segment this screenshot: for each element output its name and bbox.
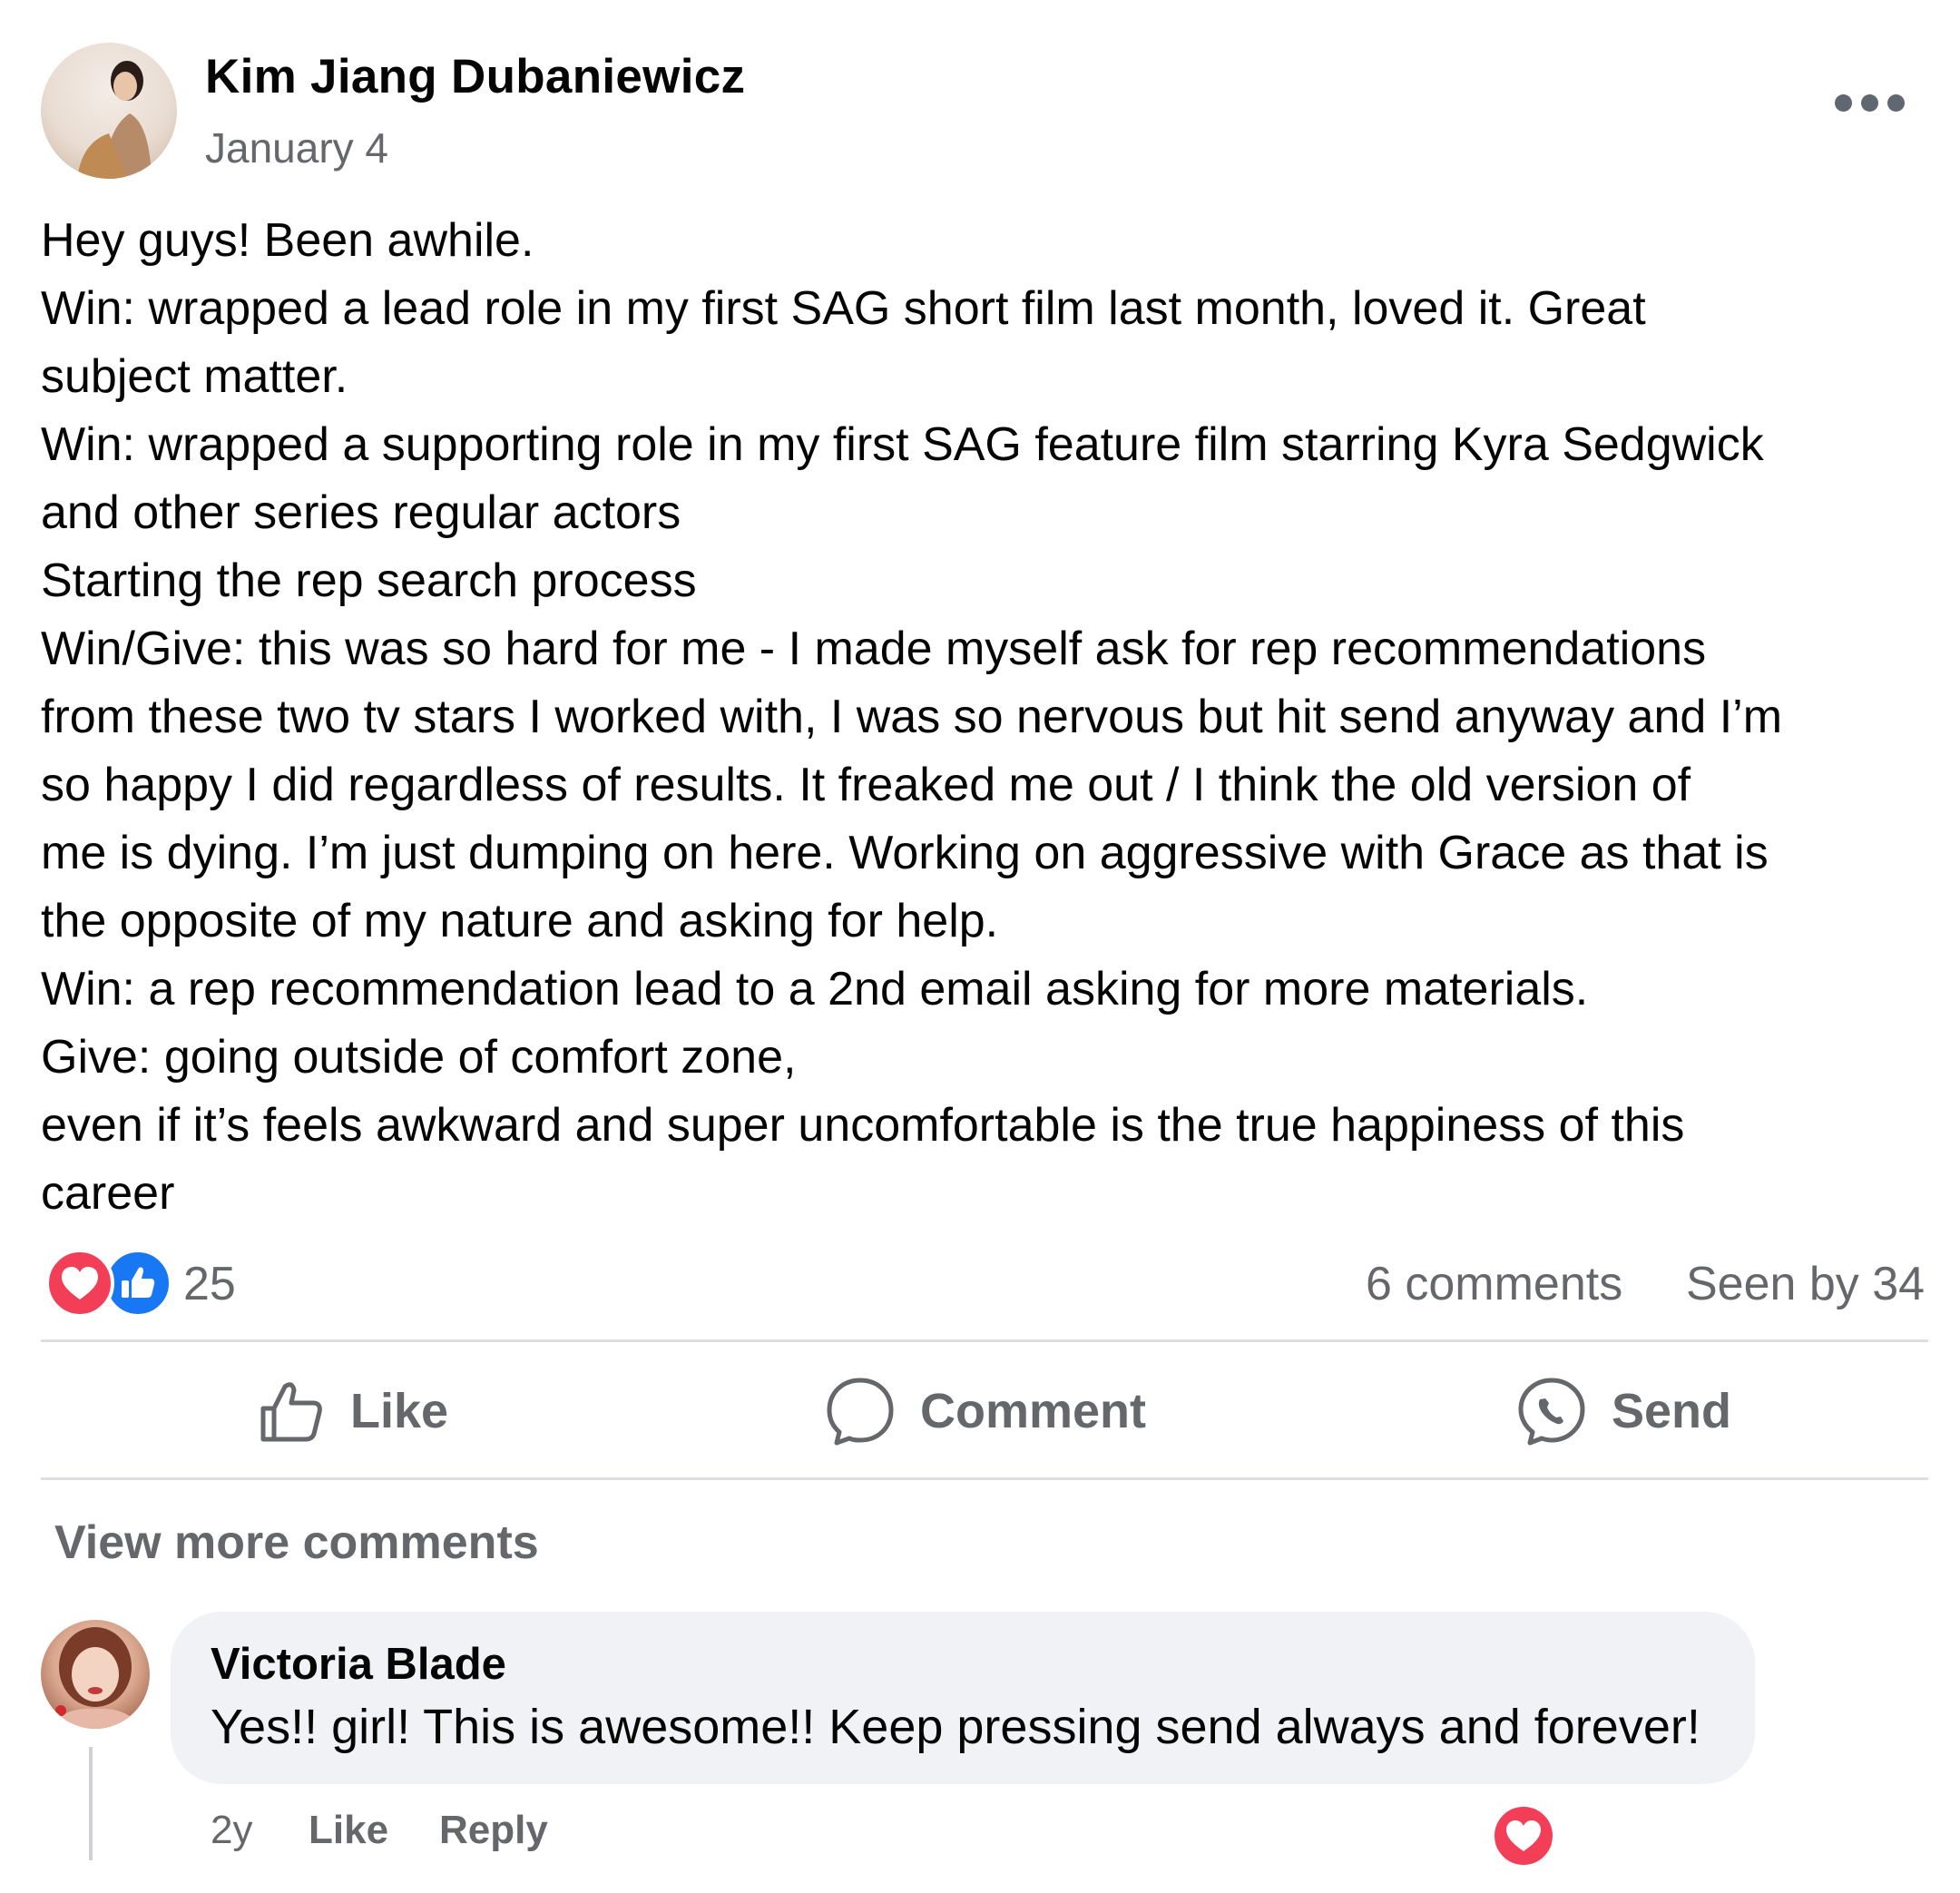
post-line: Win: wrapped a lead role in my first SAG… (41, 282, 1646, 335)
comment-bubble-icon (827, 1378, 894, 1446)
commenter-avatar[interactable] (41, 1620, 150, 1729)
post-line: even if it’s feels awkward and super unc… (41, 1099, 1685, 1152)
heart-icon[interactable] (1492, 1804, 1555, 1868)
post-line: Hey guys! Been awhile. (41, 214, 534, 267)
post-line: so happy I did regardless of results. It… (41, 759, 1691, 811)
comment-like-button[interactable]: Like (309, 1808, 388, 1853)
author-avatar[interactable] (41, 43, 177, 179)
divider (41, 1339, 1928, 1342)
post-line: subject matter. (41, 350, 348, 403)
post-line: Win/Give: this was so hard for me - I ma… (41, 623, 1707, 675)
comment-bubble (171, 1612, 1755, 1784)
post-body: Hey guys! Been awhile. Win: wrapped a le… (41, 207, 1937, 1228)
comment-author-name[interactable]: Victoria Blade (211, 1639, 506, 1690)
divider (41, 1477, 1928, 1480)
post-line: and other series regular actors (41, 486, 681, 539)
post-line: career (41, 1167, 175, 1220)
heart-icon[interactable] (45, 1249, 114, 1318)
post-line: Win: a rep recommendation lead to a 2nd … (41, 963, 1589, 1015)
seen-by-count[interactable]: Seen by 34 (1686, 1257, 1925, 1311)
like-button[interactable]: Like (256, 1361, 448, 1461)
send-button[interactable]: Send (1515, 1361, 1731, 1461)
post-line: from these two tv stars I worked with, I… (41, 691, 1783, 743)
post-line: Starting the rep search process (41, 554, 697, 607)
post-line: me is dying. I’m just dumping on here. W… (41, 827, 1769, 879)
avatar-photo (77, 61, 152, 179)
like-label: Like (350, 1384, 449, 1438)
thumbs-up-icon (260, 1382, 322, 1442)
comment-text: Yes!! girl! This is awesome!! Keep press… (211, 1700, 1700, 1754)
post-line: the opposite of my nature and asking for… (41, 895, 999, 947)
view-more-comments-link[interactable]: View more comments (54, 1515, 539, 1570)
thread-line (89, 1747, 93, 1860)
post-line: Win: wrapped a supporting role in my fir… (41, 418, 1764, 471)
comment-reply-button[interactable]: Reply (439, 1808, 548, 1853)
comment-timestamp[interactable]: 2y (211, 1808, 252, 1853)
comment-label: Comment (920, 1384, 1147, 1438)
post-author-name[interactable]: Kim Jiang Dubaniewicz (205, 49, 745, 104)
comment-button[interactable]: Comment (824, 1361, 1146, 1461)
post-line: Give: going outside of comfort zone, (41, 1031, 797, 1084)
avatar-photo (50, 1627, 141, 1729)
reaction-count[interactable]: 25 (183, 1257, 236, 1311)
ellipsis-icon[interactable] (1835, 83, 1906, 123)
comments-count[interactable]: 6 comments (1366, 1257, 1622, 1311)
post-date[interactable]: January 4 (205, 123, 388, 172)
send-label: Send (1612, 1384, 1732, 1438)
messenger-icon (1518, 1378, 1585, 1446)
